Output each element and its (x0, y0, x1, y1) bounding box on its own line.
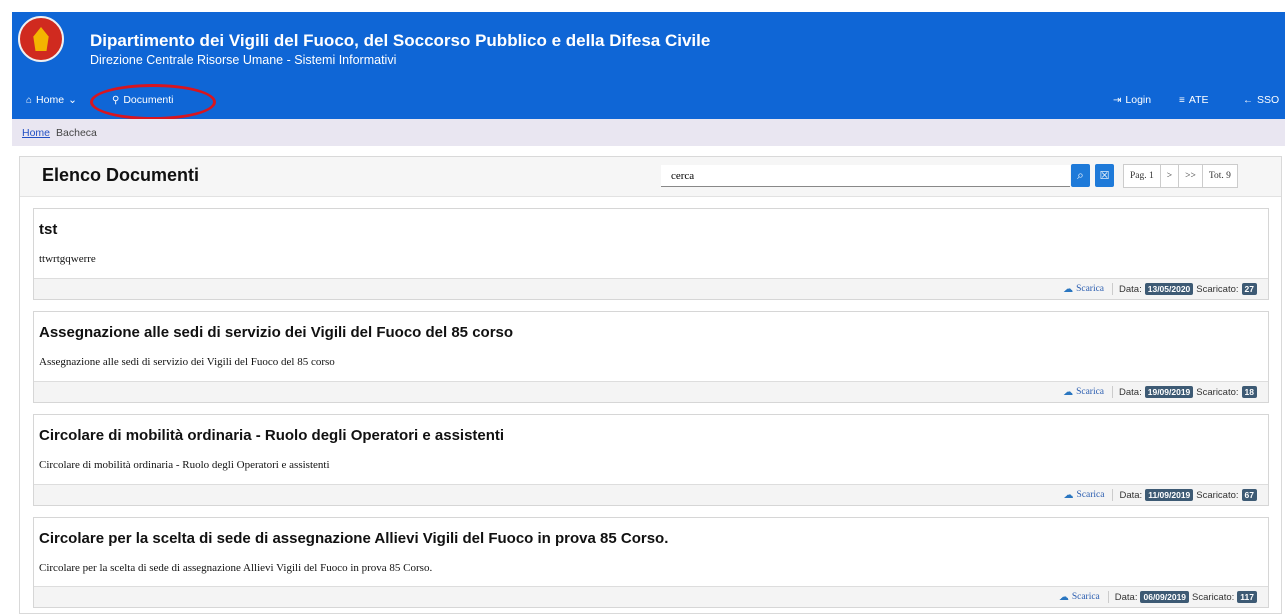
nav-documenti-label: Documenti (123, 94, 174, 106)
nav-ate[interactable]: ≡ ATE (1179, 94, 1209, 106)
date-badge: 06/09/2019 (1140, 591, 1190, 603)
divider (1107, 591, 1109, 603)
breadcrumb: Home Bacheca (12, 119, 1285, 146)
download-count-badge: 117 (1237, 591, 1257, 603)
pagination: Pag. 1 > >> Tot. 9 (1123, 164, 1238, 188)
document-description: Circolare per la scelta di sede di asseg… (39, 562, 433, 574)
cloud-download-icon: ☁ (1063, 489, 1074, 501)
search-icon: ⌕ (1077, 168, 1084, 182)
close-icon: ☒ (1099, 170, 1110, 182)
download-label: Scarica (1076, 387, 1105, 397)
nav-home[interactable]: ⌂ Home ⌄ (26, 94, 77, 106)
download-count-badge: 67 (1241, 489, 1257, 501)
main-nav: ⌂ Home ⌄ ⚲ Documenti ⇥ Login ≡ ATE ← SSO (12, 92, 1285, 114)
document-title: tst (39, 221, 58, 238)
nav-login-label: Login (1125, 94, 1152, 106)
clear-search-button[interactable]: ☒ (1095, 164, 1114, 187)
download-count-badge: 27 (1241, 283, 1257, 295)
document-card: Circolare per la scelta di sede di asseg… (33, 517, 1269, 608)
breadcrumb-home-link[interactable]: Home (22, 127, 50, 139)
document-card: Assegnazione alle sedi di servizio dei V… (33, 311, 1269, 403)
nav-sso[interactable]: ← SSO (1243, 94, 1279, 106)
cloud-download-icon: ☁ (1063, 386, 1074, 398)
download-label: Scarica (1076, 284, 1105, 294)
cloud-download-icon: ☁ (1058, 591, 1069, 603)
date-label: Data: (1119, 386, 1142, 398)
date-badge: 19/09/2019 (1144, 386, 1194, 398)
document-footer: ☁ Scarica Data: 11/09/2019 Scaricato: 67 (34, 484, 1268, 505)
divider (1112, 283, 1114, 295)
page-title: Elenco Documenti (42, 165, 200, 185)
nav-login[interactable]: ⇥ Login (1113, 94, 1151, 106)
date-badge: 13/05/2020 (1144, 283, 1194, 295)
header-title: Dipartimento dei Vigili del Fuoco, del S… (90, 31, 711, 50)
flame-icon (33, 27, 49, 51)
document-card: Circolare di mobilità ordinaria - Ruolo … (33, 414, 1269, 506)
nav-sso-label: SSO (1257, 94, 1280, 106)
pin-icon: ⚲ (112, 94, 120, 106)
login-icon: ⇥ (1113, 94, 1122, 106)
home-icon: ⌂ (26, 94, 33, 106)
document-description: ttwrtgqwerre (39, 253, 96, 265)
date-label: Data: (1119, 283, 1142, 295)
search-input[interactable] (661, 165, 1070, 187)
panel-header: Elenco Documenti ⌕ ☒ Pag. 1 > >> Tot. 9 (20, 157, 1281, 197)
download-count-badge: 18 (1241, 386, 1257, 398)
nav-documenti[interactable]: ⚲ Documenti (112, 94, 174, 106)
last-page-button[interactable]: >> (1178, 164, 1203, 188)
app-header: Dipartimento dei Vigili del Fuoco, del S… (12, 12, 1285, 120)
download-link[interactable]: ☁ Scarica (1063, 387, 1104, 398)
nav-ate-label: ATE (1188, 94, 1209, 106)
nav-home-label: Home (36, 94, 65, 106)
menu-icon: ≡ (1179, 94, 1185, 106)
document-card: tst ttwrtgqwerre ☁ Scarica Data: 13/05/20… (33, 208, 1269, 300)
arrow-left-icon: ← (1243, 94, 1253, 106)
download-label: Scarica (1076, 490, 1105, 500)
documents-panel: Elenco Documenti ⌕ ☒ Pag. 1 > >> Tot. 9 … (19, 156, 1282, 614)
document-footer: ☁ Scarica Data: 13/05/2020 Scaricato: 27 (34, 278, 1268, 299)
breadcrumb-current: Bacheca (56, 126, 97, 139)
document-description: Assegnazione alle sedi di servizio dei V… (39, 356, 335, 368)
download-count-label: Scaricato: (1192, 591, 1235, 603)
divider (1112, 386, 1114, 398)
document-footer: ☁ Scarica Data: 19/09/2019 Scaricato: 18 (34, 381, 1268, 402)
vigili-del-fuoco-logo[interactable] (18, 16, 64, 62)
total-pages: Tot. 9 (1201, 164, 1238, 188)
download-label: Scarica (1071, 592, 1100, 602)
date-badge: 11/09/2019 (1145, 489, 1194, 501)
chevron-down-icon: ⌄ (68, 94, 77, 106)
download-count-label: Scaricato: (1196, 283, 1239, 295)
document-description: Circolare di mobilità ordinaria - Ruolo … (39, 459, 330, 471)
download-count-label: Scaricato: (1196, 489, 1239, 501)
download-link[interactable]: ☁ Scarica (1063, 284, 1104, 295)
divider (1112, 489, 1114, 501)
download-count-label: Scaricato: (1196, 386, 1239, 398)
date-label: Data: (1119, 489, 1143, 501)
document-footer: ☁ Scarica Data: 06/09/2019 Scaricato: 117 (34, 586, 1268, 607)
next-page-button[interactable]: > (1159, 164, 1180, 188)
page-indicator[interactable]: Pag. 1 (1123, 164, 1161, 188)
document-title: Assegnazione alle sedi di servizio dei V… (39, 324, 514, 341)
download-link[interactable]: ☁ Scarica (1064, 490, 1105, 501)
date-label: Data: (1114, 591, 1138, 603)
header-subtitle: Direzione Centrale Risorse Umane - Siste… (90, 53, 397, 67)
download-link[interactable]: ☁ Scarica (1059, 592, 1100, 603)
search-button[interactable]: ⌕ (1071, 164, 1090, 187)
document-title: Circolare per la scelta di sede di asseg… (39, 530, 669, 547)
document-title: Circolare di mobilità ordinaria - Ruolo … (39, 427, 505, 444)
cloud-download-icon: ☁ (1063, 283, 1074, 295)
